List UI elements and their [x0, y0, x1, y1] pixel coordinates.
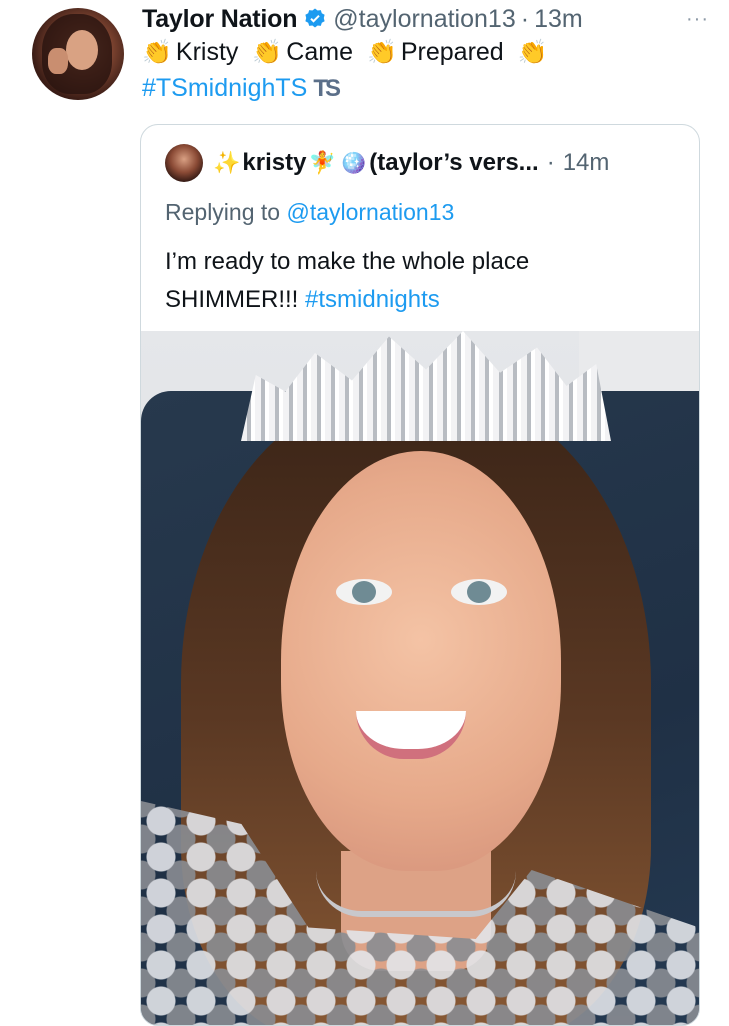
quoted-author-name: kristy — [242, 149, 307, 176]
separator-dot: · — [546, 149, 555, 176]
clap-icon: 👏 — [252, 39, 283, 66]
avatar-face — [66, 30, 98, 70]
fairy-icon: 🧚 — [308, 150, 336, 175]
quoted-hashtag-link[interactable]: #tsmidnights — [305, 286, 440, 313]
more-options-icon[interactable]: ··· — [686, 8, 709, 31]
clap-icon: 👏 — [142, 39, 172, 66]
verified-badge-icon — [305, 8, 325, 28]
clap-icon: 👏 — [366, 39, 397, 66]
disco-ball-icon: 🪩 — [339, 150, 368, 175]
quoted-text-line2: SHIMMER!!! #tsmidnights — [165, 281, 685, 319]
tweet-word-2: Came — [286, 38, 353, 66]
quoted-tweet-card[interactable]: ✨ kristy 🧚 🪩 (taylor’s vers... · 14m Rep… — [140, 124, 700, 1026]
hashtag-link[interactable]: #TSmidnighTS — [142, 74, 307, 103]
author-handle[interactable]: @taylornation13 — [333, 5, 515, 34]
photo-left-eye — [336, 579, 392, 605]
tweet-word-3: Prepared — [400, 38, 504, 66]
quoted-author-name-suffix: (taylor’s vers... — [369, 149, 539, 176]
author-name[interactable]: Taylor Nation — [142, 5, 297, 34]
quoted-timestamp: 14m — [562, 149, 610, 176]
tweet-word-1: Kristy — [175, 38, 239, 66]
photo-face — [281, 451, 561, 871]
avatar-hand — [48, 48, 68, 74]
quoted-author-avatar — [165, 144, 203, 182]
sparkles-icon: ✨ — [213, 150, 241, 175]
replying-to: Replying to @taylornation13 — [165, 199, 454, 226]
photo-tiara — [241, 331, 611, 441]
tweet-text-line2: #TSmidnighTS TS — [142, 74, 341, 103]
separator-dot: · — [520, 4, 530, 33]
ts-hashflag-icon: TS — [313, 74, 341, 102]
photo-necklace — [316, 871, 516, 917]
quoted-tweet-header: ✨ kristy 🧚 🪩 (taylor’s vers... · 14m — [165, 143, 679, 183]
quoted-text-shimmer: SHIMMER!!! — [165, 286, 306, 313]
author-avatar[interactable] — [32, 8, 124, 100]
tweet-timestamp[interactable]: 13m — [534, 5, 583, 34]
quoted-text-line1: I’m ready to make the whole place — [165, 248, 530, 275]
tweet-text-line1: 👏 Kristy 👏 Came 👏 Prepared 👏 — [142, 38, 552, 67]
photo-right-eye — [451, 579, 507, 605]
clap-icon: 👏 — [517, 39, 548, 66]
tweet-header: Taylor Nation @taylornation13 · 13m ··· — [142, 2, 709, 36]
quoted-tweet-text: I’m ready to make the whole place SHIMME… — [165, 243, 685, 319]
replying-to-mention[interactable]: @taylornation13 — [286, 199, 454, 225]
replying-to-prefix: Replying to — [165, 199, 281, 225]
quoted-tweet-photo[interactable] — [141, 331, 699, 1025]
